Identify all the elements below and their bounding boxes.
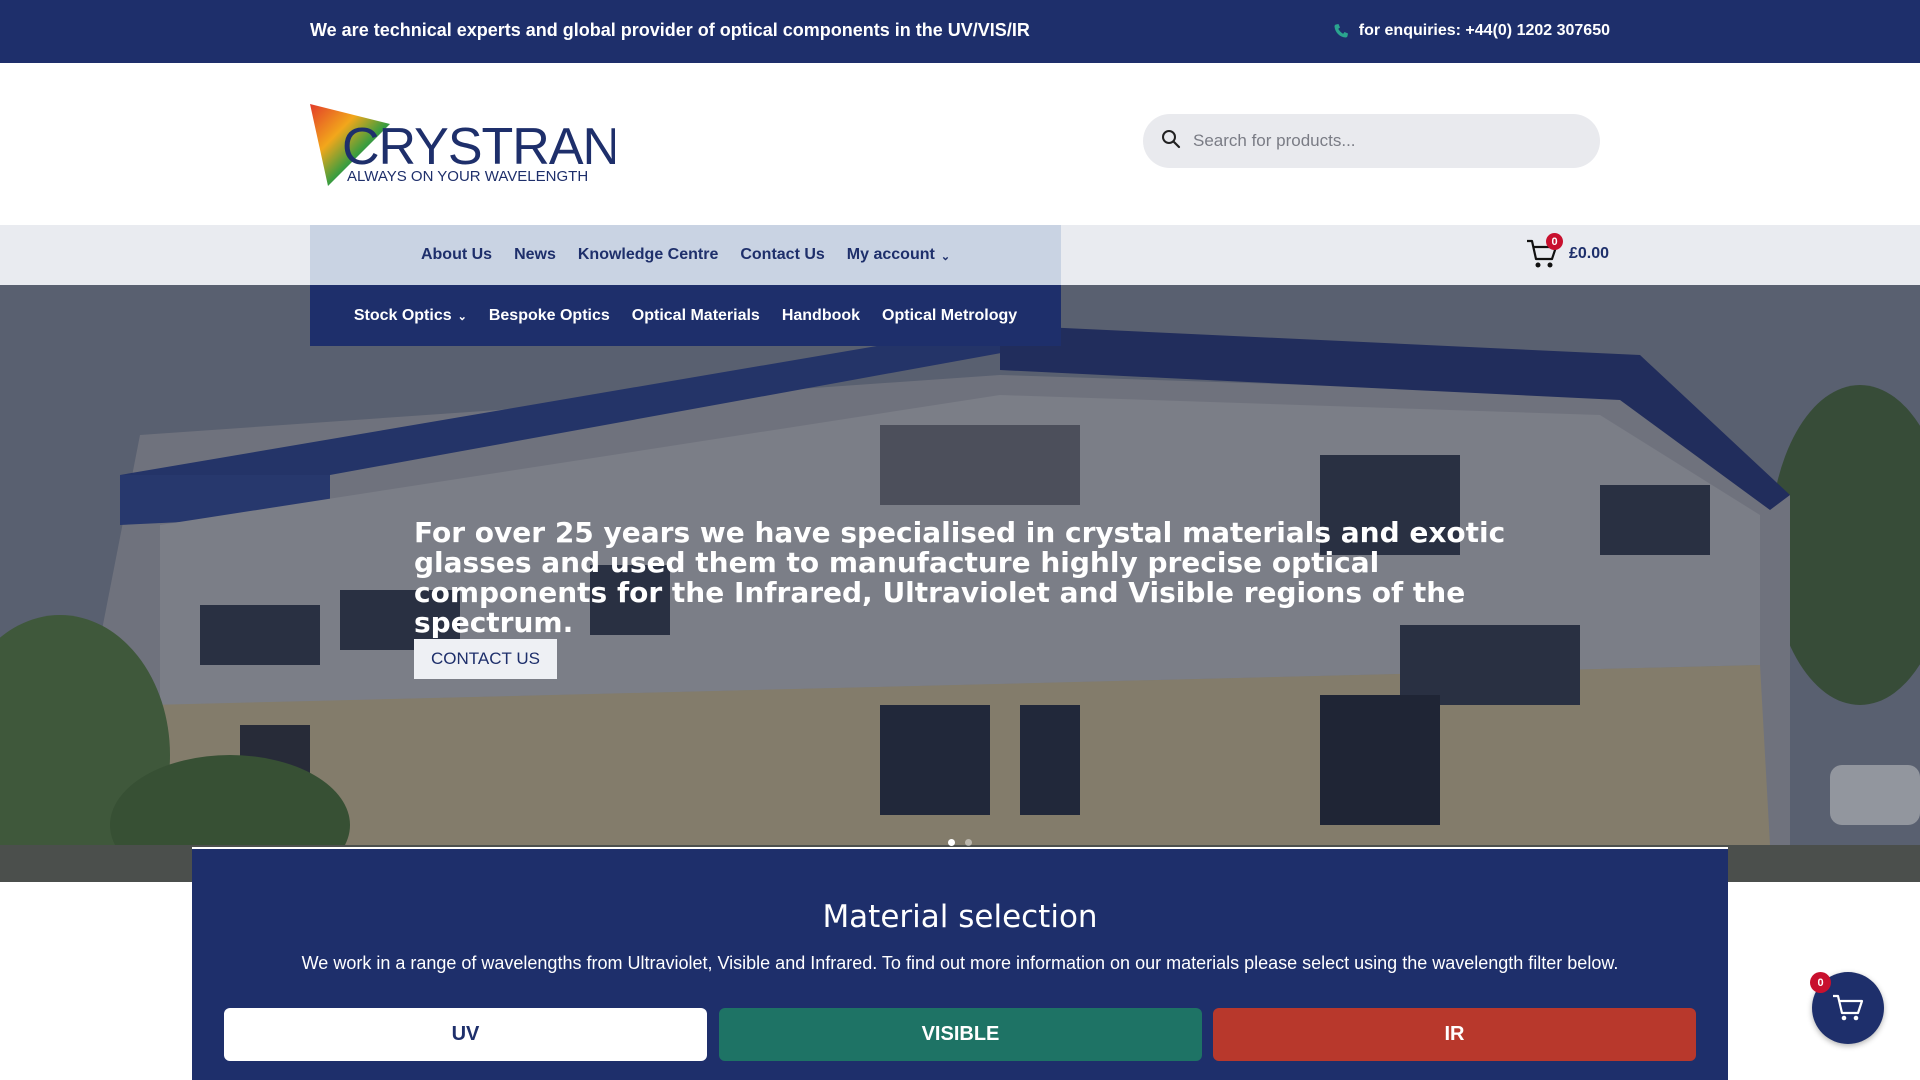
chevron-down-icon: ⌄	[457, 311, 467, 323]
site-header	[0, 63, 1920, 225]
hero-slider: For over 25 years we have specialised in…	[0, 285, 1920, 882]
nav-news[interactable]: News	[514, 246, 556, 264]
nav-optical-materials[interactable]: Optical Materials	[632, 307, 760, 325]
enquiries-phone[interactable]: for enquiries: +44(0) 1202 307650	[1333, 22, 1610, 40]
header-cart[interactable]: 0 £0.00	[1525, 233, 1610, 270]
cart-count-badge: 0	[1546, 233, 1563, 250]
slider-dot-1[interactable]	[948, 839, 955, 846]
nav-stock-optics[interactable]: Stock Optics ⌄	[354, 307, 467, 325]
cart-total: £0.00	[1569, 245, 1610, 262]
material-selection-panel: Material selection We work in a range of…	[192, 847, 1728, 1080]
slider-dots	[948, 839, 972, 846]
product-search[interactable]	[1143, 114, 1600, 168]
nav-about-us[interactable]: About Us	[421, 246, 492, 264]
contact-us-button[interactable]: CONTACT US	[414, 639, 557, 679]
nav-stock-optics-label: Stock Optics	[353, 306, 452, 324]
phone-text: for enquiries: +44(0) 1202 307650	[1358, 22, 1610, 39]
floating-cart-button[interactable]: 0	[1810, 972, 1884, 1044]
nav-my-account[interactable]: My account ⌄	[847, 246, 950, 264]
material-description: We work in a range of wavelengths from U…	[301, 953, 1619, 973]
filter-visible-button[interactable]: VISIBLE	[719, 1008, 1202, 1061]
logo-tagline: ALWAYS ON YOUR WAVELENGTH	[347, 168, 588, 185]
secondary-nav: Stock Optics ⌄ Bespoke Optics Optical Ma…	[310, 285, 1061, 346]
phone-icon	[1333, 23, 1349, 39]
nav-knowledge-centre[interactable]: Knowledge Centre	[578, 246, 718, 264]
nav-bespoke-optics[interactable]: Bespoke Optics	[489, 307, 610, 325]
material-title: Material selection	[822, 899, 1098, 935]
cart-icon	[1833, 994, 1864, 1021]
nav-my-account-label: My account	[846, 246, 935, 263]
slider-dot-2[interactable]	[965, 839, 972, 846]
filter-uv-button[interactable]: UV	[224, 1008, 707, 1061]
nav-contact-us[interactable]: Contact Us	[740, 246, 824, 264]
chevron-down-icon: ⌄	[940, 250, 951, 263]
topbar-message: We are technical experts and global prov…	[310, 20, 1030, 40]
nav-optical-metrology[interactable]: Optical Metrology	[882, 307, 1017, 325]
search-input[interactable]	[1193, 131, 1573, 151]
top-bar: We are technical experts and global prov…	[0, 0, 1920, 63]
floating-cart-count-badge: 0	[1810, 972, 1831, 993]
hero-headline: For over 25 years we have specialised in…	[414, 516, 1506, 639]
search-icon[interactable]	[1161, 129, 1181, 154]
nav-handbook[interactable]: Handbook	[782, 307, 860, 325]
primary-nav: About Us News Knowledge Centre Contact U…	[310, 225, 1061, 285]
crystran-logo[interactable]: CRYSTRAN ALWAYS ON YOUR WAVELENGTH	[310, 104, 620, 186]
filter-ir-button[interactable]: IR	[1213, 1008, 1696, 1061]
